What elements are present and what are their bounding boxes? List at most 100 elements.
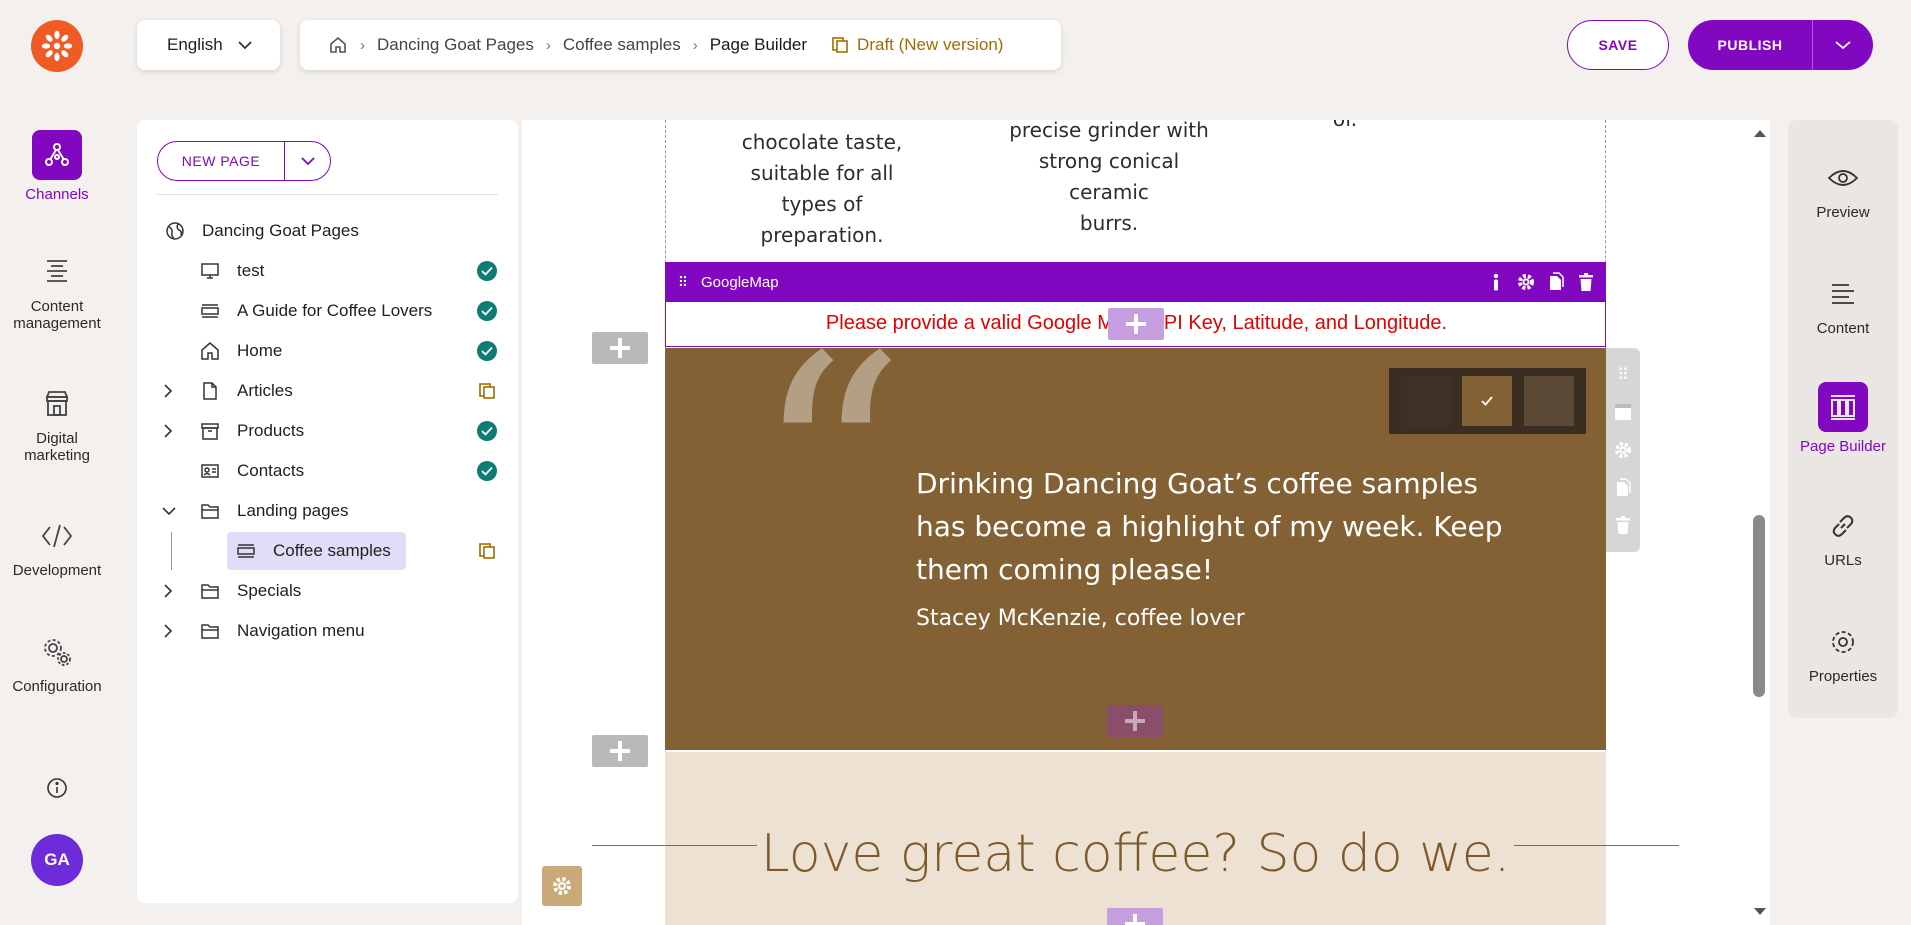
tree-node-specials[interactable]: Specials <box>137 573 518 609</box>
tree-node-landing-pages[interactable]: Landing pages <box>137 493 518 529</box>
new-page-options-button[interactable] <box>284 142 330 180</box>
drag-handle-icon[interactable]: ⠿ <box>1617 365 1629 385</box>
breadcrumb-separator: › <box>692 36 698 54</box>
add-widget-button[interactable] <box>1107 705 1163 737</box>
chevron-right-icon[interactable] <box>163 623 173 639</box>
scroll-up-icon[interactable] <box>1750 126 1770 140</box>
tree-node-label: Landing pages <box>237 501 349 520</box>
tree-node-test[interactable]: test <box>137 253 518 289</box>
logo-icon <box>41 30 73 62</box>
feature-1-line: chocolate taste, <box>741 130 903 154</box>
rail-digital-marketing[interactable]: Digital marketing <box>0 384 114 464</box>
eye-icon <box>1788 158 1898 198</box>
scroll-down-icon[interactable] <box>1750 905 1770 919</box>
copy-icon[interactable] <box>1546 272 1566 292</box>
rail-channels[interactable]: Channels <box>0 130 114 203</box>
love-coffee-section[interactable]: Love great coffee? So do we. <box>665 752 1606 925</box>
testimonial-section[interactable]: “ Drinking Dancing Goat’s coffee samples… <box>665 318 1606 750</box>
add-widget-button[interactable] <box>1108 308 1164 340</box>
gear-icon[interactable] <box>1516 272 1536 292</box>
chevron-right-icon[interactable] <box>163 383 173 399</box>
draft-version-icon <box>832 37 848 53</box>
drag-handle-icon[interactable]: ⠿ <box>665 274 701 291</box>
gear-icon[interactable] <box>1613 440 1633 460</box>
rail-content-management[interactable]: Content management <box>0 252 114 332</box>
divider <box>157 194 498 195</box>
section-toolbar: ⠿ <box>1606 348 1640 552</box>
tab-properties[interactable]: Properties <box>1788 622 1898 685</box>
breadcrumb-separator: › <box>360 36 365 54</box>
home-icon[interactable] <box>328 35 348 55</box>
save-button[interactable]: SAVE <box>1567 20 1669 70</box>
folder-icon <box>200 581 220 601</box>
tab-page-builder[interactable]: Page Builder <box>1788 382 1898 455</box>
feature-1-line: suitable for all types of <box>750 161 894 216</box>
widget-name: GoogleMap <box>701 273 779 291</box>
personalize-icon[interactable] <box>1486 272 1506 292</box>
page-builder-icon <box>1818 382 1868 432</box>
language-selected: English <box>167 35 223 54</box>
user-avatar[interactable]: GA <box>31 834 83 886</box>
tree-node-articles[interactable]: Articles <box>137 373 518 409</box>
rail-development[interactable]: Development <box>0 516 114 579</box>
publish-button[interactable]: PUBLISH <box>1688 37 1812 53</box>
copy-icon[interactable] <box>1613 477 1633 498</box>
tree-node-guide[interactable]: A Guide for Coffee Lovers <box>137 293 518 329</box>
language-selector[interactable]: English <box>137 20 280 70</box>
info-button[interactable] <box>0 776 114 806</box>
tree-node-products[interactable]: Products <box>137 413 518 449</box>
tab-properties-label: Properties <box>1808 668 1878 685</box>
chevron-right-icon[interactable] <box>163 423 173 439</box>
trash-icon[interactable] <box>1576 272 1596 292</box>
tree-node-label: Home <box>237 341 283 360</box>
folder-icon <box>200 501 220 521</box>
published-icon <box>477 461 497 481</box>
page-icon <box>200 381 220 401</box>
tree-root[interactable]: Dancing Goat Pages <box>137 213 518 249</box>
tree-node-contacts[interactable]: Contacts <box>137 453 518 489</box>
tab-page-builder-label: Page Builder <box>1800 438 1886 455</box>
color-swatch-brown-selected[interactable] <box>1462 376 1513 426</box>
tree-node-label: Coffee samples <box>273 541 391 560</box>
kentico-logo[interactable] <box>31 20 83 72</box>
chevron-down-icon[interactable] <box>161 506 177 516</box>
color-swatch-dark[interactable] <box>1400 376 1451 426</box>
tab-urls[interactable]: URLs <box>1788 506 1898 569</box>
tab-content[interactable]: Content <box>1788 274 1898 337</box>
chevron-down-icon <box>238 41 252 50</box>
add-widget-button[interactable] <box>1107 908 1163 925</box>
rail-digital-marketing-label-1: Digital <box>36 430 78 447</box>
new-page-button[interactable]: NEW PAGE <box>158 153 284 169</box>
rail-configuration[interactable]: Configuration <box>0 632 114 695</box>
add-section-button[interactable] <box>592 735 648 767</box>
scrollbar-thumb[interactable] <box>1753 515 1765 697</box>
rail-development-label: Development <box>12 562 102 579</box>
chevron-right-icon[interactable] <box>163 583 173 599</box>
layout-icon[interactable] <box>1613 402 1633 422</box>
tree-root-label: Dancing Goat Pages <box>202 221 359 240</box>
published-icon <box>477 261 497 281</box>
draft-icon <box>477 381 497 401</box>
channels-icon <box>32 130 82 180</box>
tree-node-home[interactable]: Home <box>137 333 518 369</box>
breadcrumb-item-coffee-samples[interactable]: Coffee samples <box>563 35 681 55</box>
tree-node-label: Contacts <box>237 461 305 480</box>
page-settings-button[interactable] <box>542 866 582 906</box>
publish-options-button[interactable] <box>1812 20 1873 70</box>
link-icon <box>1788 506 1898 546</box>
gear-icon <box>553 877 571 895</box>
article-icon <box>200 301 220 321</box>
add-section-button[interactable] <box>592 332 648 364</box>
trash-icon[interactable] <box>1613 515 1633 535</box>
tab-preview[interactable]: Preview <box>1788 158 1898 221</box>
tree-node-coffee-samples[interactable]: Coffee samples <box>137 533 518 569</box>
tree-node-label: Articles <box>237 381 293 400</box>
testimonial-quote: Drinking Dancing Goat’s coffee samples h… <box>916 467 1503 586</box>
breadcrumb-item-dancing-goat-pages[interactable]: Dancing Goat Pages <box>377 35 534 55</box>
tree-node-navigation-menu[interactable]: Navigation menu <box>137 613 518 649</box>
plus-icon <box>610 741 630 761</box>
color-swatch-gray-brown[interactable] <box>1524 376 1575 426</box>
tab-preview-label: Preview <box>1816 204 1870 221</box>
breadcrumb-separator: › <box>545 36 551 54</box>
content-management-icon <box>0 252 114 292</box>
